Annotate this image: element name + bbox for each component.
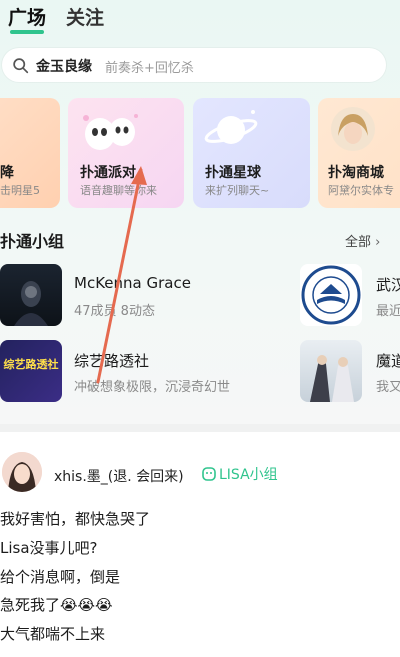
- group-name: 魔道: [376, 352, 400, 370]
- characters-image: [310, 355, 354, 402]
- post-line: 我好害怕，都快急哭了: [0, 510, 151, 528]
- card-planet[interactable]: 扑通星球 来扩列聊天~: [193, 98, 310, 208]
- group-stats: 我又: [376, 380, 400, 395]
- group-tag-label: LISA小组: [219, 467, 278, 483]
- chevron-right-icon: ›: [375, 235, 381, 250]
- card-party[interactable]: 扑通派对 语音趣聊等你来: [68, 98, 184, 208]
- group-stats: 最近: [376, 304, 400, 319]
- group-name: 综艺路透社: [74, 352, 150, 370]
- section-title: 扑通小组: [0, 232, 65, 251]
- post-line: 大气都喘不上来: [0, 625, 106, 643]
- user-avatar[interactable]: [2, 452, 42, 492]
- portrait-image: [14, 281, 48, 326]
- section-divider: [0, 424, 400, 432]
- active-tab-indicator: [10, 30, 44, 34]
- avatar-portrait: [2, 452, 42, 492]
- group-modao[interactable]: 魔道 我又: [300, 340, 400, 406]
- post-line: Lisa没事儿吧?: [0, 539, 98, 557]
- card-subtitle: 击明星5: [0, 184, 40, 197]
- search-icon: [13, 58, 29, 74]
- card-title: 降: [0, 165, 14, 181]
- tab-follow[interactable]: 关注: [66, 3, 104, 30]
- view-all-label: 全部: [345, 235, 372, 250]
- group-mckenna-grace[interactable]: McKenna Grace 47成员 8动态: [0, 264, 260, 330]
- university-seal-icon: [301, 265, 361, 325]
- group-wuhan[interactable]: 武汉 最近: [300, 264, 400, 330]
- view-all-link[interactable]: 全部 ›: [345, 231, 380, 250]
- group-variety[interactable]: 综艺路透社 综艺路透社 冲破想象极限，沉浸奇幻世: [0, 340, 290, 406]
- group-tag-icon: [202, 467, 216, 481]
- card-title: 扑通派对: [80, 165, 136, 181]
- group-thumbnail: 综艺路透社: [0, 340, 62, 402]
- card-subtitle: 语音趣聊等你来: [80, 184, 157, 197]
- ghost-faces-icon: [83, 114, 138, 150]
- group-stats: 冲破想象极限，沉浸奇幻世: [74, 380, 231, 395]
- card-mall[interactable]: 扑淘商城 阿黛尔实体专: [318, 98, 400, 208]
- group-thumbnail: [0, 264, 62, 326]
- group-name: 武汉: [376, 276, 400, 294]
- university-logo: [300, 264, 362, 326]
- card-star-partial[interactable]: 降 击明星5: [0, 98, 60, 208]
- adele-avatar: [331, 107, 375, 151]
- thumb-label: 综艺路透社: [3, 358, 59, 371]
- group-tag[interactable]: LISA小组: [202, 464, 278, 484]
- search-hot-keyword: 金玉良缘: [36, 59, 92, 75]
- planet-icon: [204, 110, 258, 144]
- card-subtitle: 来扩列聊天~: [205, 184, 270, 197]
- group-thumbnail: [300, 340, 362, 402]
- card-title: 扑通星球: [205, 165, 261, 181]
- post-username[interactable]: xhis.墨_(退. 会回来): [54, 466, 184, 486]
- group-name: McKenna Grace: [74, 274, 191, 292]
- card-subtitle: 阿黛尔实体专: [328, 184, 394, 197]
- top-tabs: 广场 关注: [0, 0, 400, 40]
- search-bar[interactable]: 金玉良缘 前奏杀+回忆杀: [2, 48, 386, 82]
- card-title: 扑淘商城: [328, 165, 384, 181]
- search-hint: 前奏杀+回忆杀: [105, 61, 194, 76]
- post-line: 急死我了😭😭😭: [0, 596, 113, 614]
- group-stats: 47成员 8动态: [74, 304, 155, 319]
- feature-cards: 降 击明星5 扑通派对 语音趣聊等你来 扑通星球 来扩列聊天~ 扑淘商城 阿黛尔…: [0, 98, 400, 208]
- post-line: 给个消息啊，倒是: [0, 568, 121, 586]
- tab-plaza[interactable]: 广场: [8, 3, 46, 30]
